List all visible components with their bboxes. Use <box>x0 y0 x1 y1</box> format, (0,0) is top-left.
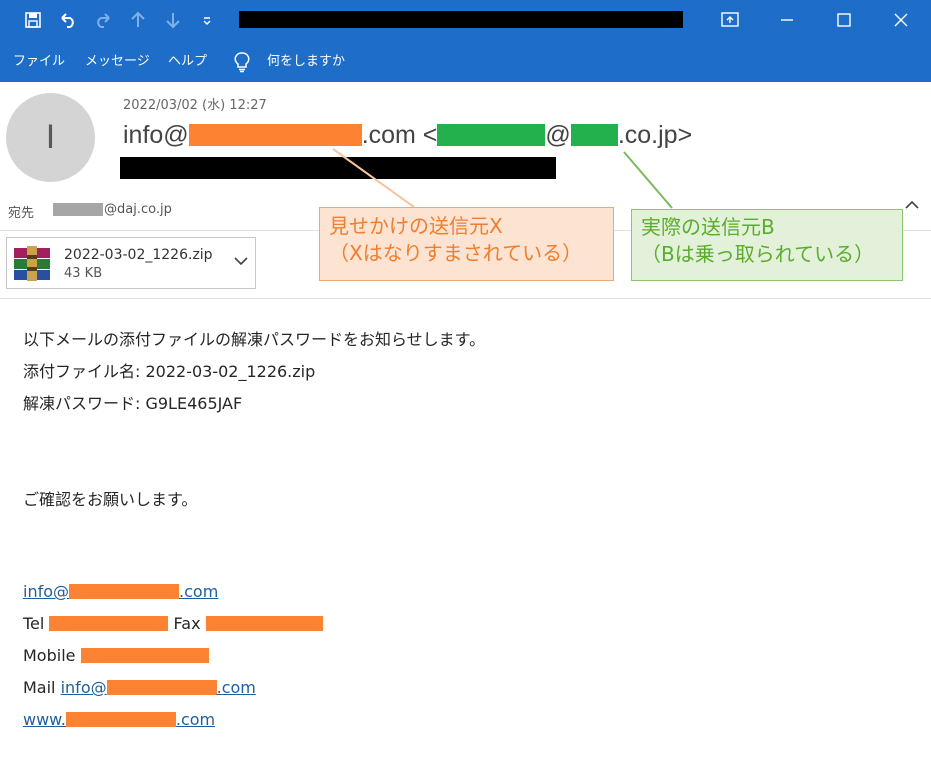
sent-date: 2022/03/02 (水) 12:27 <box>123 98 267 113</box>
avatar: I <box>6 93 95 182</box>
tel-label: Tel <box>23 614 45 633</box>
signature-email-link[interactable]: info@ .com <box>23 582 218 601</box>
divider <box>0 298 931 299</box>
fake-sender-callout-line1: 見せかけの送信元X <box>329 214 503 238</box>
menu-file[interactable]: ファイル <box>13 54 65 70</box>
signature-phone: Tel Fax <box>23 614 323 633</box>
mobile-redacted <box>80 648 209 663</box>
attachment-card[interactable]: 2022-03-02_1226.zip 43 KB <box>6 237 256 289</box>
maximize-icon[interactable] <box>829 6 859 34</box>
down-arrow-icon <box>161 8 185 32</box>
web-suffix: .com <box>175 710 216 729</box>
menu-message[interactable]: メッセージ <box>85 54 150 70</box>
subject-redacted <box>120 157 556 179</box>
winrar-archive-icon <box>14 246 50 281</box>
body-line-1: 以下メールの添付ファイルの解凍パスワードをお知らせします。 <box>23 330 486 349</box>
signature-mail-link[interactable]: info@ .com <box>61 678 256 697</box>
tel-redacted <box>49 616 169 631</box>
sender-at: @ <box>545 120 571 149</box>
signature-web: www. .com <box>23 710 215 729</box>
attachment-size: 43 KB <box>64 266 103 281</box>
signature-mobile: Mobile <box>23 646 209 665</box>
signature-email-redacted <box>69 584 180 599</box>
title-bar <box>0 0 931 40</box>
web-prefix: www. <box>23 710 66 729</box>
mobile-label: Mobile <box>23 646 76 665</box>
redo-icon <box>91 8 115 32</box>
sender-mid: .com < <box>361 120 438 149</box>
save-icon[interactable] <box>21 8 45 32</box>
sender-address[interactable]: info@ .com < @ .co.jp> <box>123 120 692 154</box>
signature-email: info@ .com <box>23 582 218 601</box>
attachment-name: 2022-03-02_1226.zip <box>64 247 213 263</box>
signature-web-link[interactable]: www. .com <box>23 710 215 729</box>
real-sender-callout-line1: 実際の送信元B <box>641 215 775 239</box>
chevron-down-icon[interactable] <box>232 253 250 271</box>
real-sender-callout-line2: （Bは乗っ取られている） <box>641 242 875 266</box>
recipient-user-redacted <box>53 203 103 216</box>
signature-email-suffix: .com <box>179 582 219 601</box>
restore-layout-icon[interactable] <box>715 6 745 34</box>
mail-label: Mail <box>23 678 56 697</box>
real-sender-callout: 実際の送信元B （Bは乗っ取られている） <box>631 209 903 281</box>
recipient-domain[interactable]: @daj.co.jp <box>104 202 172 217</box>
sender-prefix: info@ <box>123 120 189 149</box>
mail-prefix: info@ <box>60 678 107 697</box>
mail-suffix: .com <box>216 678 256 697</box>
fake-sender-callout-line2: （Xはなりすまされている） <box>329 241 583 265</box>
sender-suffix: .co.jp> <box>617 120 693 149</box>
signature-email-prefix: info@ <box>23 582 70 601</box>
menu-help[interactable]: ヘルプ <box>168 54 207 70</box>
body-line-4: ご確認をお願いします。 <box>23 490 198 509</box>
tell-me-search[interactable]: 何をしますか <box>267 54 345 70</box>
undo-icon[interactable] <box>56 8 80 32</box>
close-icon[interactable] <box>886 6 916 34</box>
customize-icon[interactable] <box>195 8 219 32</box>
web-redacted <box>65 712 176 727</box>
sender-domain-redacted <box>188 124 362 147</box>
signature-mail: Mail info@ .com <box>23 678 256 697</box>
mail-redacted <box>106 680 217 695</box>
real-sender-leader-line <box>623 151 673 209</box>
minimize-icon[interactable] <box>772 6 802 34</box>
to-label: 宛先 <box>8 206 35 221</box>
fax-redacted <box>205 616 323 631</box>
chevron-up-icon[interactable] <box>902 196 922 216</box>
up-arrow-icon <box>126 8 150 32</box>
window-title-redacted <box>239 11 683 28</box>
fax-label: Fax <box>173 614 201 633</box>
fake-sender-callout: 見せかけの送信元X （Xはなりすまされている） <box>319 207 614 281</box>
real-sender-user-redacted <box>437 124 546 147</box>
real-sender-domain-redacted <box>570 124 618 147</box>
lightbulb-icon <box>234 52 250 73</box>
body-line-2: 添付ファイル名: 2022-03-02_1226.zip <box>23 362 316 381</box>
body-line-3: 解凍パスワード: G9LE465JAF <box>23 394 243 413</box>
